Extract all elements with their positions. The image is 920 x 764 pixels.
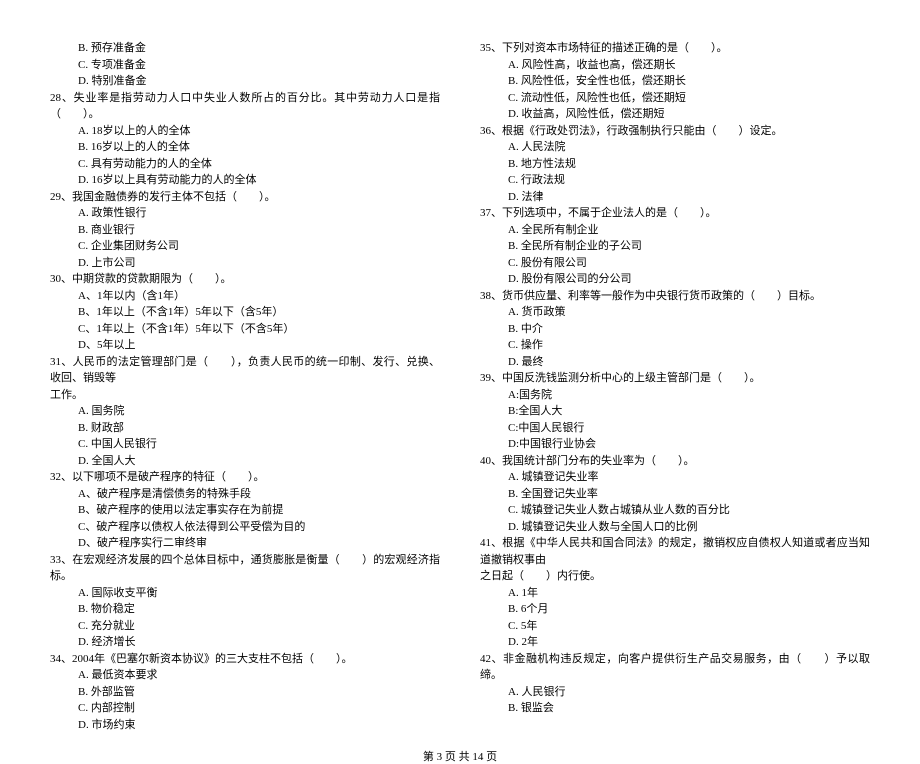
question-text: 28、失业率是指劳动力人口中失业人数所占的百分比。其中劳动力人口是指（ ）。 xyxy=(50,90,440,123)
question-text: 40、我国统计部门分布的失业率为（ ）。 xyxy=(480,453,870,470)
answer-option: D、5年以上 xyxy=(50,337,440,354)
question-continuation: 之日起（ ）内行使。 xyxy=(480,568,870,585)
question-text: 37、下列选项中，不属于企业法人的是（ ）。 xyxy=(480,205,870,222)
question-text: 33、在宏观经济发展的四个总体目标中，通货膨胀是衡量（ ）的宏观经济指标。 xyxy=(50,552,440,585)
answer-option: A. 风险性高，收益也高，偿还期长 xyxy=(480,57,870,74)
left-column: B. 预存准备金C. 专项准备金D. 特别准备金28、失业率是指劳动力人口中失业… xyxy=(50,40,440,733)
answer-option: D. 市场约束 xyxy=(50,717,440,734)
answer-option: B、1年以上（不含1年）5年以下（含5年） xyxy=(50,304,440,321)
answer-option: A. 人民法院 xyxy=(480,139,870,156)
answer-option: D. 城镇登记失业人数与全国人口的比例 xyxy=(480,519,870,536)
answer-option: C. 中国人民银行 xyxy=(50,436,440,453)
question-text: 36、根据《行政处罚法》，行政强制执行只能由（ ）设定。 xyxy=(480,123,870,140)
question-text: 41、根据《中华人民共和国合同法》的规定，撤销权应自债权人知道或者应当知道撤销权… xyxy=(480,535,870,568)
answer-option: C. 企业集团财务公司 xyxy=(50,238,440,255)
answer-option: C. 行政法规 xyxy=(480,172,870,189)
answer-option: B. 银监会 xyxy=(480,700,870,717)
answer-option: B. 物价稳定 xyxy=(50,601,440,618)
question-continuation: 工作。 xyxy=(50,387,440,404)
answer-option: C. 专项准备金 xyxy=(50,57,440,74)
answer-option: A. 人民银行 xyxy=(480,684,870,701)
answer-option: D. 16岁以上具有劳动能力的人的全体 xyxy=(50,172,440,189)
question-text: 31、人民币的法定管理部门是（ ），负责人民币的统一印制、发行、兑换、收回、销毁… xyxy=(50,354,440,387)
question-text: 39、中国反洗钱监测分析中心的上级主管部门是（ ）。 xyxy=(480,370,870,387)
answer-option: A. 国务院 xyxy=(50,403,440,420)
question-text: 35、下列对资本市场特征的描述正确的是（ ）。 xyxy=(480,40,870,57)
answer-option: C. 城镇登记失业人数占城镇从业人数的百分比 xyxy=(480,502,870,519)
answer-option: A、破产程序是清偿债务的特殊手段 xyxy=(50,486,440,503)
answer-option: A. 最低资本要求 xyxy=(50,667,440,684)
answer-option: D. 法律 xyxy=(480,189,870,206)
answer-option: B:全国人大 xyxy=(480,403,870,420)
answer-option: C. 内部控制 xyxy=(50,700,440,717)
answer-option: C. 流动性低，风险性也低，偿还期短 xyxy=(480,90,870,107)
answer-option: C、1年以上（不含1年）5年以下（不含5年） xyxy=(50,321,440,338)
answer-option: B. 全民所有制企业的子公司 xyxy=(480,238,870,255)
answer-option: B. 外部监管 xyxy=(50,684,440,701)
answer-option: D. 收益高，风险性低，偿还期短 xyxy=(480,106,870,123)
answer-option: C. 股份有限公司 xyxy=(480,255,870,272)
answer-option: A. 货币政策 xyxy=(480,304,870,321)
answer-option: D. 上市公司 xyxy=(50,255,440,272)
answer-option: B、破产程序的使用以法定事实存在为前提 xyxy=(50,502,440,519)
answer-option: C、破产程序以债权人依法得到公平受偿为目的 xyxy=(50,519,440,536)
answer-option: B. 16岁以上的人的全体 xyxy=(50,139,440,156)
page-number: 第 3 页 共 14 页 xyxy=(50,748,870,764)
answer-option: B. 财政部 xyxy=(50,420,440,437)
answer-option: C. 充分就业 xyxy=(50,618,440,635)
answer-option: A. 国际收支平衡 xyxy=(50,585,440,602)
question-text: 42、非金融机构违反规定，向客户提供衍生产品交易服务，由（ ）予以取缔。 xyxy=(480,651,870,684)
question-text: 30、中期贷款的贷款期限为（ ）。 xyxy=(50,271,440,288)
answer-option: A. 1年 xyxy=(480,585,870,602)
answer-option: B. 风险性低，安全性也低，偿还期长 xyxy=(480,73,870,90)
answer-option: C. 具有劳动能力的人的全体 xyxy=(50,156,440,173)
answer-option: A、1年以内（含1年） xyxy=(50,288,440,305)
answer-option: D、破产程序实行二审终审 xyxy=(50,535,440,552)
answer-option: D. 2年 xyxy=(480,634,870,651)
answer-option: A. 全民所有制企业 xyxy=(480,222,870,239)
answer-option: A:国务院 xyxy=(480,387,870,404)
answer-option: C. 操作 xyxy=(480,337,870,354)
answer-option: B. 全国登记失业率 xyxy=(480,486,870,503)
answer-option: D. 经济增长 xyxy=(50,634,440,651)
question-text: 32、以下哪项不是破产程序的特征（ ）。 xyxy=(50,469,440,486)
answer-option: D. 全国人大 xyxy=(50,453,440,470)
question-text: 38、货币供应量、利率等一般作为中央银行货币政策的（ ）目标。 xyxy=(480,288,870,305)
answer-option: A. 18岁以上的人的全体 xyxy=(50,123,440,140)
answer-option: B. 商业银行 xyxy=(50,222,440,239)
answer-option: B. 地方性法规 xyxy=(480,156,870,173)
answer-option: A. 政策性银行 xyxy=(50,205,440,222)
answer-option: C. 5年 xyxy=(480,618,870,635)
question-text: 34、2004年《巴塞尔新资本协议》的三大支柱不包括（ ）。 xyxy=(50,651,440,668)
answer-option: B. 预存准备金 xyxy=(50,40,440,57)
answer-option: C:中国人民银行 xyxy=(480,420,870,437)
answer-option: D. 股份有限公司的分公司 xyxy=(480,271,870,288)
answer-option: B. 6个月 xyxy=(480,601,870,618)
answer-option: B. 中介 xyxy=(480,321,870,338)
answer-option: D:中国银行业协会 xyxy=(480,436,870,453)
answer-option: D. 最终 xyxy=(480,354,870,371)
answer-option: A. 城镇登记失业率 xyxy=(480,469,870,486)
answer-option: D. 特别准备金 xyxy=(50,73,440,90)
right-column: 35、下列对资本市场特征的描述正确的是（ ）。A. 风险性高，收益也高，偿还期长… xyxy=(480,40,870,733)
question-text: 29、我国金融债券的发行主体不包括（ ）。 xyxy=(50,189,440,206)
